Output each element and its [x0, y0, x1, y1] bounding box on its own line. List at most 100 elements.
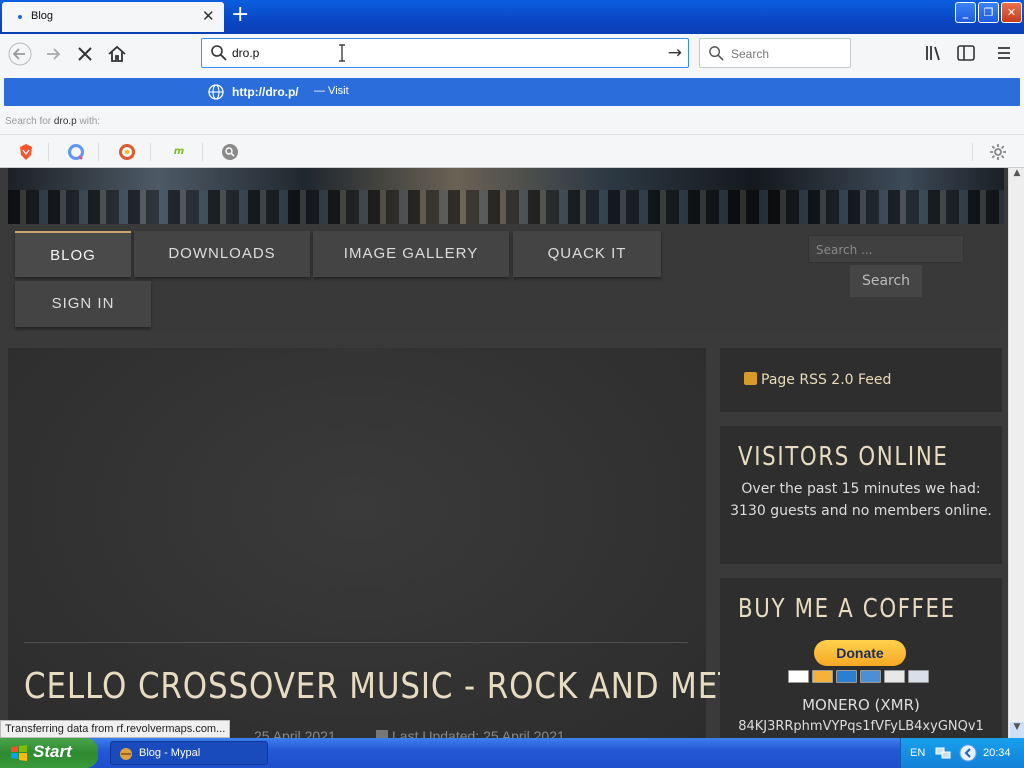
- tab-strip: Blog ✕ + _ ❐ ✕: [0, 0, 1024, 34]
- web-page: BLOG DOWNLOADS IMAGE GALLERY QUACK IT SI…: [0, 168, 1008, 738]
- tab-close-icon[interactable]: ✕: [202, 8, 215, 24]
- published-date: 25 April 2021: [254, 728, 336, 738]
- scroll-up-icon[interactable]: ▲: [1010, 168, 1024, 184]
- visitors-heading: VISITORS ONLINE: [738, 442, 949, 472]
- site-search-button[interactable]: Search: [850, 265, 922, 297]
- search-for-label: Search for dro.p with:: [5, 116, 100, 127]
- system-tray: EN 20:34: [900, 738, 1024, 768]
- rss-label: Page RSS 2.0 Feed: [761, 372, 892, 388]
- search-icon: [211, 45, 227, 61]
- separator: [972, 143, 973, 161]
- taskbar-window-blog[interactable]: Blog - Mypal: [110, 741, 268, 765]
- article-area: CELLO CROSSOVER MUSIC - ROCK AND METAL 2…: [8, 348, 775, 738]
- sidebar-icon[interactable]: [956, 44, 976, 62]
- separator: [202, 143, 203, 161]
- last-updated: Last Updated: 25 April 2021: [376, 728, 565, 738]
- monero-label: MONERO (XMR): [802, 696, 920, 714]
- site-search-placeholder: Search ...: [816, 243, 873, 257]
- coffee-heading: BUY ME A COFFEE: [738, 594, 956, 624]
- nav-sign-in[interactable]: SIGN IN: [15, 281, 151, 327]
- globe-icon: [208, 84, 224, 100]
- nav-toolbar: dro.p → Search: [0, 34, 1024, 72]
- visit-suggestion[interactable]: http://dro.p/ — Visit: [4, 78, 1020, 106]
- start-label: Start: [33, 742, 72, 761]
- network-icon[interactable]: [935, 746, 951, 760]
- rss-icon: [744, 372, 757, 385]
- page-scrollbar[interactable]: ▲ ▼: [1008, 168, 1024, 738]
- gear-icon[interactable]: [989, 143, 1007, 161]
- tab-title: Blog: [31, 10, 54, 22]
- url-bar[interactable]: dro.p →: [201, 38, 689, 68]
- suggestion-action: — Visit: [314, 85, 349, 97]
- nav-blog[interactable]: BLOG: [15, 231, 131, 277]
- start-button[interactable]: Start: [0, 738, 98, 768]
- brave-search-icon[interactable]: [17, 143, 35, 161]
- suggestion-url: http://dro.p/: [232, 85, 299, 99]
- calendar-icon: [376, 730, 388, 738]
- browser-icon: [120, 748, 132, 760]
- nav-image-gallery[interactable]: IMAGE GALLERY: [313, 231, 509, 277]
- nav-quack-it[interactable]: QUACK IT: [513, 231, 661, 277]
- rss-link[interactable]: Page RSS 2.0 Feed: [744, 372, 891, 388]
- mojeek-search-icon[interactable]: m: [170, 143, 188, 161]
- windows-logo-icon: [11, 745, 27, 761]
- scroll-down-icon[interactable]: ▼: [1010, 722, 1024, 738]
- search-box[interactable]: Search: [699, 38, 851, 68]
- banner-image: [8, 190, 1004, 224]
- window-controls: _ ❐ ✕: [955, 2, 1022, 23]
- restore-button[interactable]: ❐: [978, 2, 999, 23]
- discover-icon: [884, 670, 905, 683]
- language-indicator[interactable]: EN: [910, 747, 925, 759]
- site-search-input[interactable]: Search ...: [808, 235, 964, 263]
- back-arrow-tray-icon[interactable]: [959, 744, 977, 762]
- duckduckgo-search-icon[interactable]: [118, 143, 136, 161]
- search-placeholder: Search: [731, 47, 770, 61]
- separator: [150, 143, 151, 161]
- mastercard-icon: [812, 670, 833, 683]
- qwant-search-icon[interactable]: [67, 143, 85, 161]
- divider: [24, 642, 688, 643]
- search-for-suffix: with:: [79, 116, 101, 127]
- close-window-button[interactable]: ✕: [1001, 2, 1022, 23]
- maestro-icon: [836, 670, 857, 683]
- loading-icon: [18, 15, 22, 19]
- text-cursor-icon: [339, 44, 345, 62]
- separator: [98, 143, 99, 161]
- go-arrow-icon[interactable]: →: [668, 43, 682, 63]
- updated-date: 25 April 2021: [483, 728, 565, 738]
- forward-arrow-icon: [47, 48, 61, 60]
- donate-button[interactable]: Donate: [814, 640, 906, 666]
- search-for-prefix: Search for: [5, 116, 52, 127]
- new-tab-button[interactable]: +: [231, 3, 249, 27]
- url-input[interactable]: dro.p: [232, 46, 259, 60]
- site-banner: [8, 168, 1004, 224]
- status-bar: Transferring data from rf.revolvermaps.c…: [0, 720, 231, 738]
- updated-label: Last Updated:: [392, 728, 480, 738]
- forward-button[interactable]: [42, 42, 66, 66]
- stop-button[interactable]: [73, 42, 97, 66]
- article-title[interactable]: CELLO CROSSOVER MUSIC - ROCK AND METAL: [24, 666, 776, 707]
- home-button[interactable]: [105, 42, 129, 66]
- menu-icon[interactable]: [994, 44, 1014, 62]
- visitors-text: Over the past 15 minutes we had: 3130 gu…: [730, 481, 992, 519]
- nav-downloads[interactable]: DOWNLOADS: [134, 231, 310, 277]
- one-off-search-engines: m: [0, 134, 1024, 168]
- tab-blog[interactable]: Blog ✕: [2, 2, 224, 32]
- payment-cards: [788, 670, 929, 683]
- stop-icon: [78, 47, 92, 61]
- search-engine-icon[interactable]: [221, 143, 239, 161]
- search-for-term: dro.p: [53, 116, 77, 127]
- back-button[interactable]: [8, 42, 32, 66]
- clock: 20:34: [983, 747, 1011, 759]
- library-icon[interactable]: [924, 44, 944, 62]
- amex-icon: [860, 670, 881, 683]
- card-icon: [908, 670, 929, 683]
- taskbar: Start Blog - Mypal EN 20:34: [0, 738, 1024, 768]
- rss-box: Page RSS 2.0 Feed: [720, 348, 1002, 412]
- visitors-box: VISITORS ONLINE Over the past 15 minutes…: [720, 426, 1002, 564]
- monero-address: 84KJ3RRphmVYPqs1fVFyLB4xyGNQv1: [738, 719, 984, 734]
- search-icon: [709, 46, 724, 61]
- minimize-button[interactable]: _: [955, 2, 976, 23]
- visa-icon: [788, 670, 809, 683]
- taskbar-window-label: Blog - Mypal: [139, 747, 201, 759]
